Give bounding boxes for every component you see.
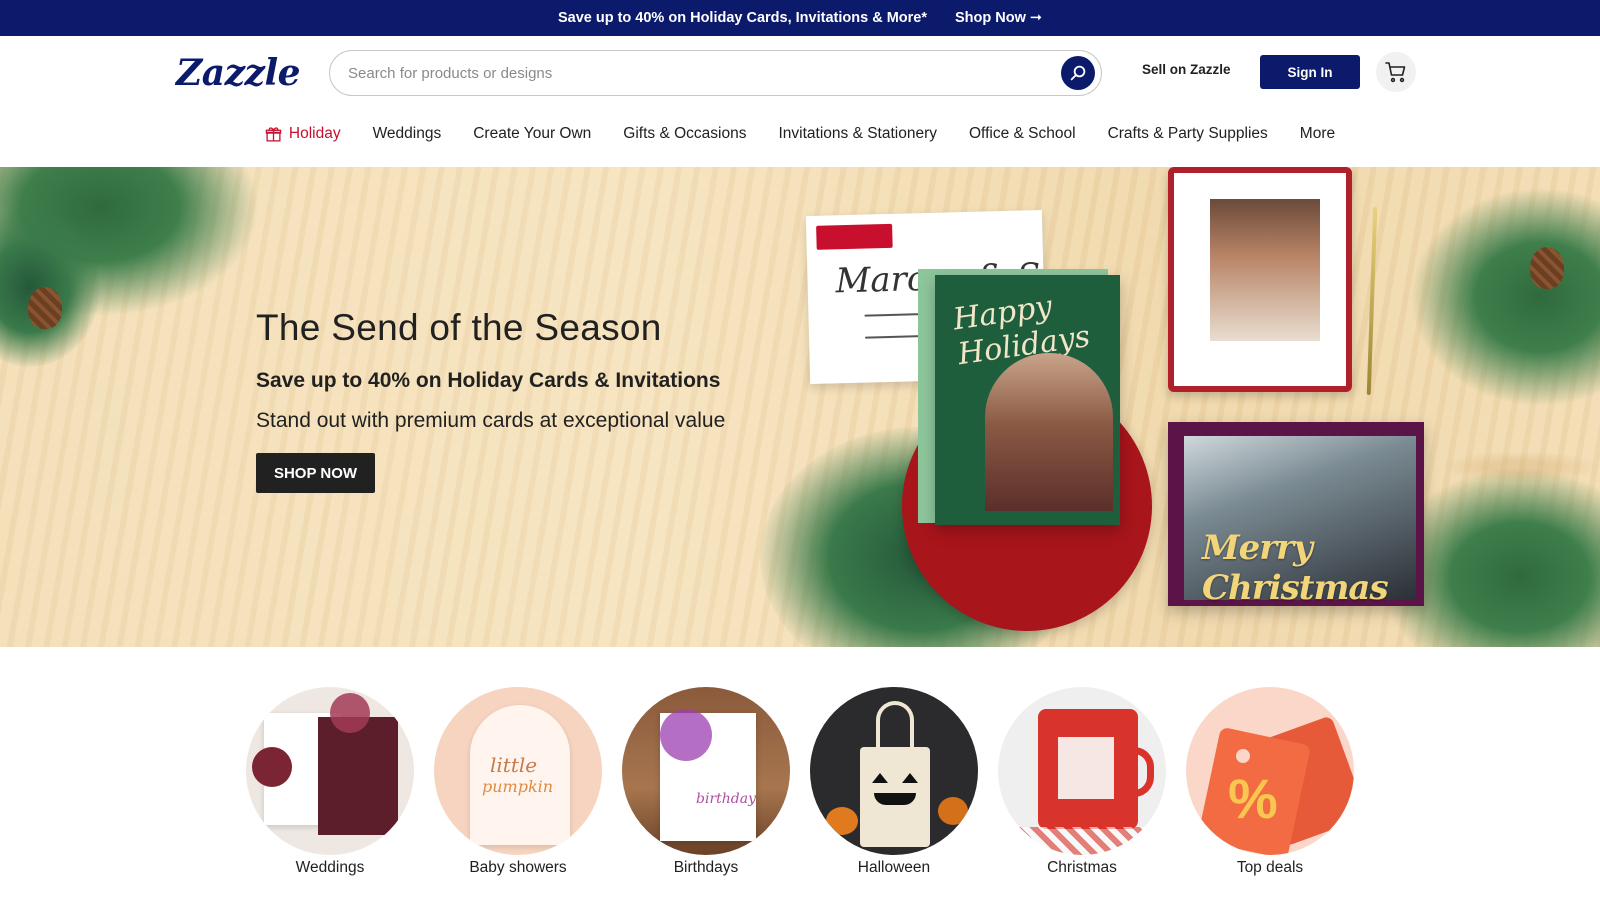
nav-item-invitations-stationery[interactable]: Invitations & Stationery: [762, 125, 953, 143]
hero-title: The Send of the Season: [256, 307, 662, 348]
hero-banner: Marcus & S Happy Holidays Merry Christma…: [0, 167, 1600, 647]
category-label: Halloween: [857, 859, 931, 876]
category-halloween[interactable]: Halloween: [810, 687, 978, 877]
envelope-label: [816, 223, 893, 250]
nav-item-weddings[interactable]: Weddings: [357, 125, 458, 143]
hero-subtitle: Save up to 40% on Holiday Cards & Invita…: [256, 369, 721, 392]
search-button[interactable]: [1061, 56, 1095, 90]
pinecone-decoration: [1530, 247, 1564, 289]
nav-item-create-your-own[interactable]: Create Your Own: [457, 125, 607, 143]
search-icon: [1070, 65, 1086, 81]
category-label: Christmas: [1047, 859, 1117, 876]
holly-jolly-card: [1168, 167, 1352, 392]
promo-shop-now-link[interactable]: Shop Now ➞: [955, 10, 1042, 26]
category-label: Birthdays: [673, 859, 739, 876]
hero-copy: The Send of the Season Save up to 40% on…: [256, 307, 725, 493]
category-label: Top deals: [1236, 859, 1304, 876]
pine-branch-decoration: [1410, 187, 1600, 407]
nav-item-gifts-occasions[interactable]: Gifts & Occasions: [607, 125, 762, 143]
category-baby-showers[interactable]: little pumpkin Baby showers: [434, 687, 602, 877]
category-weddings[interactable]: Weddings: [246, 687, 414, 877]
search-bar: [329, 50, 1102, 96]
search-input[interactable]: [348, 51, 1028, 95]
category-top-deals[interactable]: % Top deals: [1186, 687, 1354, 877]
shop-now-button[interactable]: SHOP NOW: [256, 453, 375, 493]
purple-card-text: Merry Christmas: [1202, 528, 1389, 608]
promo-text: Save up to 40% on Holiday Cards, Invitat…: [557, 10, 927, 26]
pinecone-decoration: [28, 287, 62, 329]
sell-on-zazzle-link[interactable]: Sell on Zazzle: [1142, 62, 1231, 77]
family-photo: [985, 353, 1113, 511]
gift-icon: [265, 126, 282, 142]
nav-item-more[interactable]: More: [1284, 125, 1351, 143]
category-label: Weddings: [295, 859, 365, 876]
nav-item-holiday[interactable]: Holiday: [249, 125, 357, 143]
category-row: Weddings little pumpkin Baby showers bir…: [0, 687, 1600, 877]
cart-button[interactable]: [1376, 52, 1416, 92]
weddings-thumbnail: [246, 687, 414, 855]
halloween-thumbnail: [810, 687, 978, 855]
birthdays-thumbnail: birthday: [622, 687, 790, 855]
top-deals-thumbnail: %: [1186, 687, 1354, 855]
category-label: Baby showers: [469, 859, 567, 876]
sign-in-button[interactable]: Sign In: [1260, 55, 1360, 89]
nav-item-crafts-party[interactable]: Crafts & Party Supplies: [1092, 125, 1284, 143]
gold-pen: [1366, 206, 1378, 396]
baby-showers-thumbnail: little pumpkin: [434, 687, 602, 855]
christmas-thumbnail: [998, 687, 1166, 855]
cart-icon: [1385, 62, 1406, 83]
hero-body-text: Stand out with premium cards at exceptio…: [256, 409, 726, 432]
merry-christmas-card: Merry Christmas: [1168, 422, 1424, 608]
category-christmas[interactable]: Christmas: [998, 687, 1166, 877]
family-photo: [1210, 199, 1320, 341]
nav-item-label: Holiday: [288, 125, 341, 142]
happy-holidays-card: Happy Holidays: [935, 275, 1120, 525]
nav-item-office-school[interactable]: Office & School: [953, 125, 1092, 143]
zazzle-logo[interactable]: Zazzle: [176, 52, 301, 94]
category-birthdays[interactable]: birthday Birthdays: [622, 687, 790, 877]
main-nav: Holiday Weddings Create Your Own Gifts &…: [0, 112, 1600, 156]
promo-banner: Save up to 40% on Holiday Cards, Invitat…: [0, 0, 1600, 36]
